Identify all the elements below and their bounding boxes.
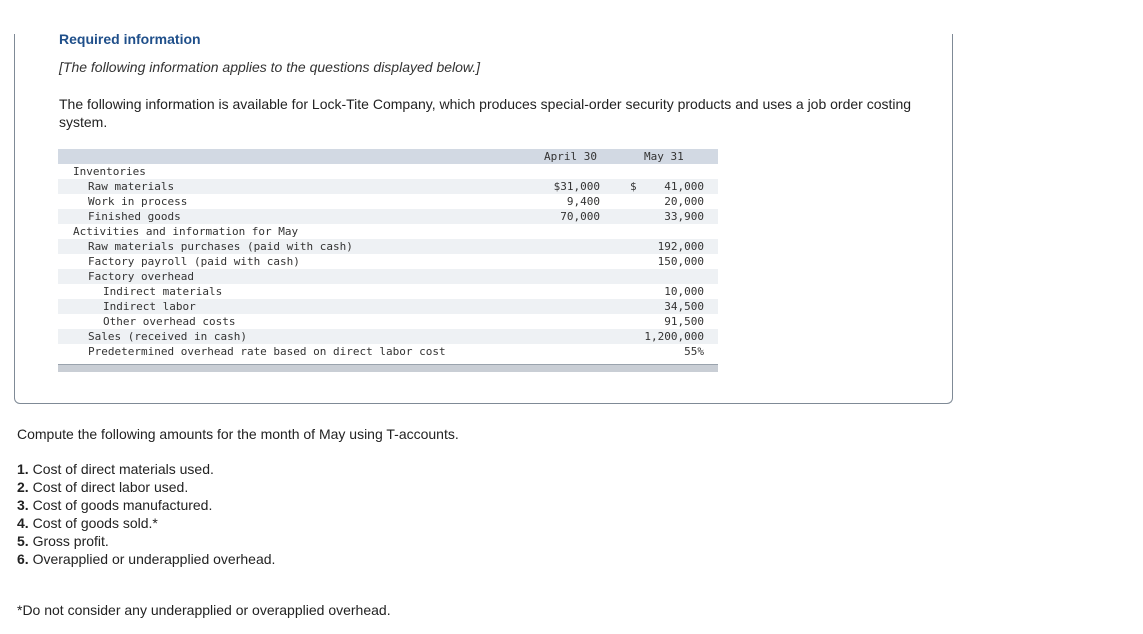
may-31-value: 91,500 <box>664 315 704 328</box>
intro-paragraph: The following information is available f… <box>59 96 912 130</box>
may-31-value: 150,000 <box>657 255 704 268</box>
table-row: Raw materials purchases (paid with cash)… <box>58 239 718 254</box>
question-number: 1. <box>17 461 29 477</box>
question-number: 5. <box>17 533 29 549</box>
may-31-value: 41,000 <box>664 180 704 193</box>
may-31-value: 1,200,000 <box>644 330 704 343</box>
table-header-band: April 30 May 31 <box>58 149 718 164</box>
table-row: Raw materials $31,000 $41,000 <box>58 179 718 194</box>
row-label: Work in process <box>88 195 188 208</box>
footnote: *Do not consider any underapplied or ove… <box>17 602 391 618</box>
row-label: Other overhead costs <box>103 315 236 328</box>
question-text: Cost of direct labor used. <box>32 479 189 495</box>
question-item: 6. Overapplied or underapplied overhead. <box>17 550 275 568</box>
applies-note: [The following information applies to th… <box>59 59 481 75</box>
may-31-value: 55% <box>684 345 704 358</box>
required-info-title: Required information <box>59 31 201 47</box>
table-row: Predetermined overhead rate based on dir… <box>58 344 718 359</box>
row-label: Indirect materials <box>103 285 223 298</box>
data-table: April 30 May 31 Inventories Raw materials… <box>58 149 718 373</box>
table-row: Work in process 9,400 20,000 <box>58 194 718 209</box>
may-31-value: 192,000 <box>657 240 704 253</box>
question-text: Cost of goods sold.* <box>32 515 158 531</box>
question-text: Cost of direct materials used. <box>32 461 214 477</box>
table-row: Indirect labor 34,500 <box>58 299 718 314</box>
table-row: Activities and information for May <box>58 224 718 239</box>
table-row: Finished goods 70,000 33,900 <box>58 209 718 224</box>
table-row: Indirect materials 10,000 <box>58 284 718 299</box>
table-row: Factory overhead <box>58 269 718 284</box>
may-31-value: 34,500 <box>664 300 704 313</box>
question-number: 2. <box>17 479 29 495</box>
table-row: Other overhead costs 91,500 <box>58 314 718 329</box>
row-label: Factory payroll (paid with cash) <box>88 255 300 268</box>
question-item: 3. Cost of goods manufactured. <box>17 496 275 514</box>
question-number: 6. <box>17 551 29 567</box>
table-row: Inventories <box>58 164 718 179</box>
question-text: Gross profit. <box>32 533 109 549</box>
question-item: 1. Cost of direct materials used. <box>17 460 275 478</box>
compute-instruction: Compute the following amounts for the mo… <box>17 426 459 442</box>
column-header-may-31: May 31 <box>644 150 684 163</box>
april-30-value: $31,000 <box>553 180 600 193</box>
dollar-sign: $ <box>630 180 637 193</box>
question-item: 5. Gross profit. <box>17 532 275 550</box>
row-label: Sales (received in cash) <box>88 330 247 343</box>
may-31-value: 33,900 <box>664 210 704 223</box>
row-label: Indirect labor <box>103 300 196 313</box>
question-number: 3. <box>17 497 29 513</box>
table-footer-bar <box>58 364 718 372</box>
question-item: 2. Cost of direct labor used. <box>17 478 275 496</box>
april-30-value: 9,400 <box>566 195 600 208</box>
table-row: Factory payroll (paid with cash) 150,000 <box>58 254 718 269</box>
may-31-value: 20,000 <box>664 195 704 208</box>
row-label: Raw materials purchases (paid with cash) <box>88 240 353 253</box>
question-text: Cost of goods manufactured. <box>32 497 213 513</box>
april-30-value: 70,000 <box>560 210 600 223</box>
row-label: Inventories <box>73 165 146 178</box>
column-header-april-30: April 30 <box>544 150 597 163</box>
row-label: Raw materials <box>88 180 175 193</box>
row-label: Factory overhead <box>88 270 194 283</box>
table-row: Sales (received in cash) 1,200,000 <box>58 329 718 344</box>
row-label: Activities and information for May <box>73 225 299 238</box>
row-label: Finished goods <box>88 210 181 223</box>
row-label: Predetermined overhead rate based on dir… <box>88 345 446 358</box>
question-text: Overapplied or underapplied overhead. <box>32 551 276 567</box>
may-31-value: 10,000 <box>664 285 704 298</box>
question-item: 4. Cost of goods sold.* <box>17 514 275 532</box>
question-list: 1. Cost of direct materials used. 2. Cost… <box>17 460 275 568</box>
question-number: 4. <box>17 515 29 531</box>
